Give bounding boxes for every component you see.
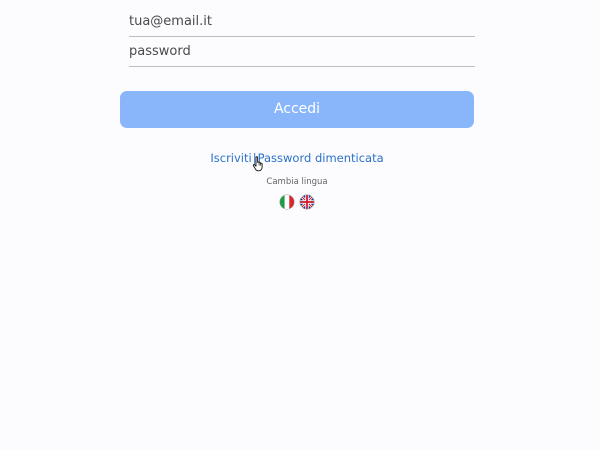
email-field-wrapper	[129, 7, 475, 37]
uk-flag-icon[interactable]	[300, 195, 314, 209]
language-selector	[0, 195, 594, 209]
login-button[interactable]: Accedi	[120, 91, 474, 128]
italy-flag-icon[interactable]	[280, 195, 294, 209]
auth-links: Iscriviti|Password dimenticata	[0, 151, 594, 165]
hand-pointer-icon	[252, 156, 263, 172]
password-field-wrapper	[129, 37, 475, 67]
forgot-password-link[interactable]: Password dimenticata	[258, 151, 384, 165]
email-field[interactable]	[129, 7, 475, 36]
signup-link[interactable]: Iscriviti	[210, 151, 251, 165]
change-language-label: Cambia lingua	[266, 177, 328, 187]
password-field[interactable]	[129, 37, 475, 66]
